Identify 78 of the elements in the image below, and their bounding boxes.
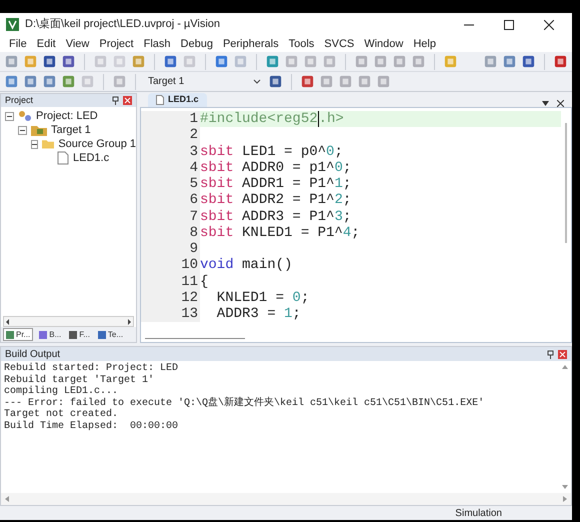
status-text: Simulation — [455, 506, 502, 520]
menu-item[interactable]: SVCS — [319, 36, 360, 52]
line-number: 12 — [141, 290, 200, 306]
chevron-down-icon[interactable] — [542, 101, 549, 106]
line-number: 6 — [141, 192, 200, 208]
tree-item[interactable]: Project: LED — [36, 108, 98, 124]
line-number: 8 — [141, 224, 200, 241]
code-line: sbit ADDR3 = P1^3; — [200, 208, 352, 225]
close-icon[interactable] — [544, 20, 554, 30]
horizontal-scrollbar[interactable] — [1, 493, 571, 505]
output-line: compiling LED1.c... — [4, 386, 120, 398]
menu-item[interactable]: View — [60, 36, 94, 52]
tab-icon — [39, 330, 48, 338]
folder-icon — [31, 124, 47, 136]
line-number: 4 — [141, 160, 200, 176]
menu-item[interactable]: Flash — [138, 36, 176, 52]
pin-icon[interactable] — [547, 350, 554, 358]
maximize-icon[interactable] — [504, 20, 514, 30]
line-number: 10 — [141, 257, 200, 274]
horizontal-scrollbar[interactable] — [3, 316, 134, 327]
panel-tab[interactable]: F... — [67, 328, 92, 341]
menu-item[interactable]: Debug — [176, 36, 218, 52]
code-line: KNLED1 = 0; — [216, 290, 310, 306]
panel-tab[interactable]: Te... — [96, 328, 126, 341]
close-icon[interactable] — [557, 100, 564, 107]
tree-item[interactable]: Source Group 1 — [58, 136, 136, 152]
panel-title: Build Output — [5, 348, 60, 362]
tab-icon — [69, 330, 78, 338]
line-number: 13 — [141, 306, 200, 322]
code-line: ADDR3 = 1; — [216, 306, 301, 322]
code-line: void main() — [200, 257, 292, 274]
target-select[interactable]: Target 1 — [144, 74, 264, 90]
app-logo-icon — [6, 18, 19, 31]
expander-icon[interactable] — [5, 112, 14, 120]
line-number: 7 — [141, 208, 200, 225]
folder-icon — [42, 138, 54, 150]
chevron-down-icon — [252, 76, 262, 86]
menu-item[interactable]: Peripherals — [218, 36, 284, 52]
editor-tab[interactable]: LED1.c — [148, 93, 207, 107]
tab-icon — [98, 330, 106, 338]
menu-item[interactable]: File — [4, 36, 32, 52]
output-line: Build Time Elapsed: 00:00:00 — [4, 420, 180, 432]
line-number: 3 — [141, 144, 200, 160]
panel-tab[interactable]: B... — [37, 328, 64, 341]
output-line: Rebuild started: Project: LED — [4, 363, 180, 374]
output-line: --- Error: failed to execute 'Q:\Q盘\新建文件夹\keil c51\keil c51\C51\BIN\C51.EXE' — [4, 398, 486, 408]
line-number: 11 — [141, 274, 200, 290]
output-line: Rebuild target 'Target 1' — [4, 374, 156, 386]
code-line: sbit ADDR1 = P1^1; — [200, 176, 352, 192]
output-line: Target not created. — [4, 409, 120, 420]
menu-item[interactable]: Help — [408, 36, 441, 52]
expander-icon[interactable] — [18, 126, 27, 134]
project-icon — [18, 110, 32, 122]
code-line: #include<reg52.h> — [200, 111, 344, 128]
pin-icon[interactable] — [112, 96, 119, 105]
tree-item[interactable]: Target 1 — [51, 122, 91, 138]
line-number: 1 — [141, 111, 200, 128]
panel-title: Project — [5, 94, 34, 107]
code-line: sbit LED1 = p0^0; — [200, 144, 343, 160]
menu-item[interactable]: Project — [94, 36, 139, 52]
code-line: sbit ADDR2 = P1^2; — [200, 192, 352, 208]
window-title: D:\桌面\keil project\LED.uvproj - µVision — [25, 16, 222, 32]
file-icon — [156, 95, 164, 105]
code-line: sbit ADDR0 = p1^0; — [200, 160, 352, 176]
tree-item[interactable]: LED1.c — [73, 150, 110, 166]
line-number: 9 — [141, 241, 200, 258]
code-line: sbit KNLED1 = P1^4; — [200, 224, 360, 241]
line-number: 5 — [141, 176, 200, 192]
expander-icon[interactable] — [31, 140, 38, 148]
menu-item[interactable]: Edit — [32, 36, 61, 52]
tab-icon — [6, 330, 14, 338]
menu-item[interactable]: Window — [359, 36, 408, 52]
file-icon — [57, 151, 69, 165]
line-number: 2 — [141, 127, 200, 144]
code-editor[interactable]: 1#include<reg52.h> 2 3 sbit LED1 = p0^0; 4 sbit ADDR0 = p1^0; 5 sbit ADDR1 = P1^1; 6 sbit ADDR2 = P1^2; 7 sbit ADDR3 = P1^3; 8 sbit KNLED1 = P1^4; 9 10 void main() 11{ 12 KNLED1 = 0; 13 ADDR3 = 1; — [140, 107, 572, 343]
panel-tab[interactable]: Pr... — [3, 328, 34, 341]
code-line: { — [200, 274, 208, 290]
menu-item[interactable]: Tools — [284, 36, 320, 52]
